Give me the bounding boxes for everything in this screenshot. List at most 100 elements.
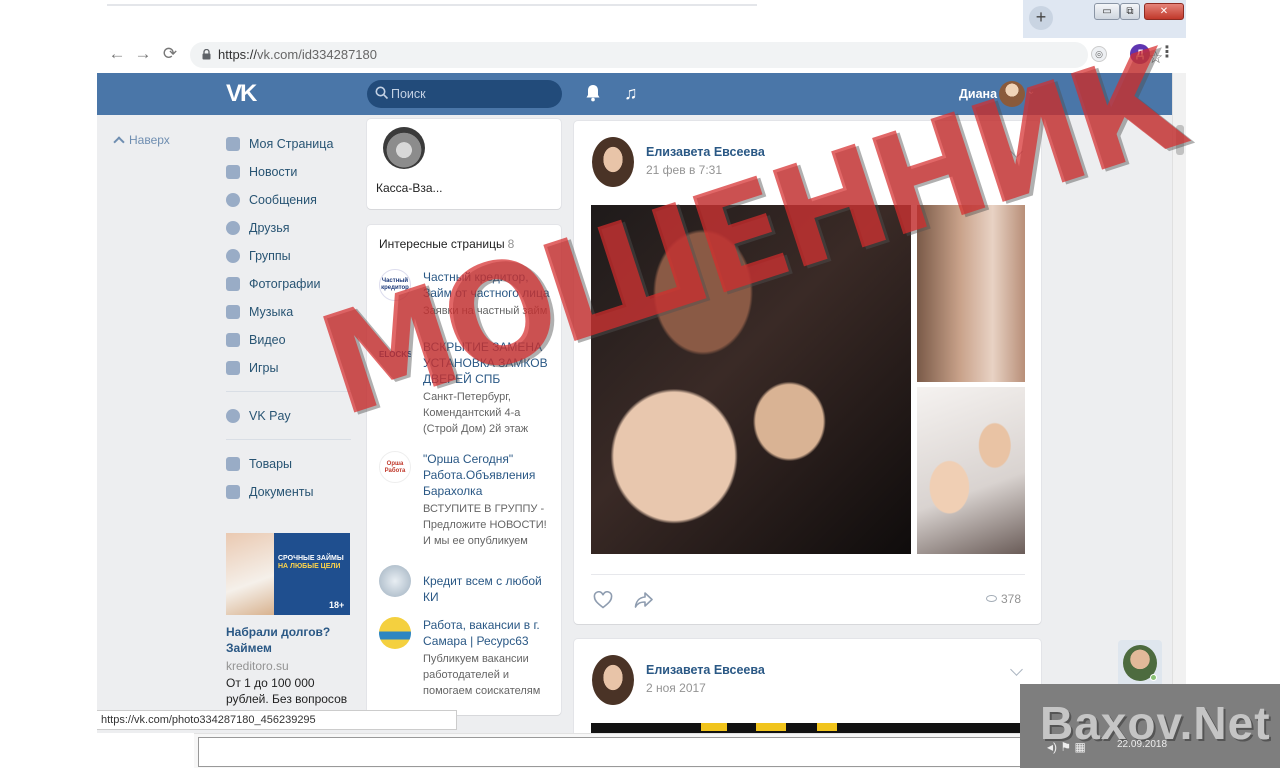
reload-icon[interactable]: ⟳ xyxy=(160,44,180,64)
browser-menu-icon[interactable]: ⋮ xyxy=(1159,43,1175,63)
page-title[interactable]: "Орша Сегодня" Работа.Объявления Барахол… xyxy=(423,451,553,499)
video-icon xyxy=(226,333,240,347)
search-placeholder: Поиск xyxy=(391,87,426,101)
url-text[interactable]: https://vk.com/id334287180 xyxy=(218,47,377,62)
nav-label: Фотографии xyxy=(249,277,321,291)
nav-groups[interactable]: Группы xyxy=(226,245,356,273)
nav-documents[interactable]: Документы xyxy=(226,481,356,509)
online-status-dot xyxy=(1150,674,1157,681)
gift-label[interactable]: Касса-Вза... xyxy=(376,181,443,195)
nav-news[interactable]: Новости xyxy=(226,161,356,189)
news-icon xyxy=(226,165,240,179)
ad-banner: СРОЧНЫЕ ЗАЙМЫ НА ЛЮБЫЕ ЦЕЛИ 18+ xyxy=(274,533,350,615)
ad-age-badge: 18+ xyxy=(329,600,345,610)
gift-card[interactable]: Касса-Вза... xyxy=(367,119,561,209)
post-views: 378 xyxy=(986,592,1021,606)
system-tray: ◂) ⚑ ▦ xyxy=(1047,740,1086,754)
nav-vk-pay[interactable]: VK Pay xyxy=(226,405,356,433)
nav-label: Группы xyxy=(249,249,291,263)
vk-logo[interactable]: VK xyxy=(226,82,257,106)
online-friend[interactable] xyxy=(1118,640,1162,688)
page-title[interactable]: Кредит всем с любой КИ xyxy=(423,573,553,605)
nav-friends[interactable]: Друзья xyxy=(226,217,356,245)
photos-icon xyxy=(226,277,240,291)
views-count: 378 xyxy=(1001,592,1022,606)
taskbar-window[interactable] xyxy=(198,737,1138,767)
clock-date: 22.09.2018 xyxy=(1117,739,1168,750)
games-icon xyxy=(226,361,240,375)
nav-divider xyxy=(226,439,351,440)
link-preview-status: https://vk.com/photo334287180_456239295 xyxy=(97,710,457,730)
music-player-icon[interactable]: ♫ xyxy=(624,83,638,103)
flag-icon[interactable]: ⚑ xyxy=(1060,740,1071,754)
author-avatar[interactable] xyxy=(592,137,634,187)
new-tab-button[interactable]: + xyxy=(1029,6,1053,30)
back-icon[interactable]: ← xyxy=(107,44,127,64)
nav-goods[interactable]: Товары xyxy=(226,453,356,481)
nav-label: Моя Страница xyxy=(249,137,334,151)
chevron-up-icon xyxy=(113,136,125,148)
vk-pay-icon xyxy=(226,409,240,423)
network-icon[interactable]: ▦ xyxy=(1074,740,1085,754)
screenshot: + ▭ ⧉ ✕ ← → ⟳ https://vk.com/id334287180… xyxy=(0,0,1280,768)
messages-icon xyxy=(226,193,240,207)
ad-title[interactable]: Набрали долгов? Займем xyxy=(226,624,351,656)
nav-label: Игры xyxy=(249,361,279,375)
post-photo-thumb[interactable] xyxy=(917,387,1025,554)
ad-image[interactable]: СРОЧНЫЕ ЗАЙМЫ НА ЛЮБЫЕ ЦЕЛИ 18+ xyxy=(226,533,350,615)
cat-avatar-icon[interactable] xyxy=(383,127,425,169)
search-icon xyxy=(375,86,389,100)
goods-icon xyxy=(226,457,240,471)
minimize-button[interactable]: ▭ xyxy=(1094,3,1120,20)
close-window-button[interactable]: ✕ xyxy=(1144,3,1184,20)
nav-label: Новости xyxy=(249,165,298,179)
notifications-bell-icon[interactable] xyxy=(585,84,601,102)
site-brand-overlay: Baxov.Net xyxy=(1020,684,1280,768)
url-prefix: https:// xyxy=(218,47,258,62)
ad-banner-line1: СРОЧНЫЕ ЗАЙМЫ xyxy=(278,555,344,562)
maximize-button[interactable]: ⧉ xyxy=(1120,3,1140,20)
advertisement[interactable]: СРОЧНЫЕ ЗАЙМЫ НА ЛЮБЫЕ ЦЕЛИ 18+ Набрали … xyxy=(226,533,351,723)
documents-icon xyxy=(226,485,240,499)
search-input[interactable]: Поиск xyxy=(367,80,562,108)
music-icon xyxy=(226,305,240,319)
home-icon xyxy=(226,137,240,151)
orsha-logo-icon: Орша Работа xyxy=(379,451,411,483)
groups-icon xyxy=(226,249,240,263)
friends-icon xyxy=(226,221,240,235)
credit-logo-icon xyxy=(379,565,411,597)
system-clock[interactable]: 22.09.2018 xyxy=(1117,737,1167,752)
nav-label: Товары xyxy=(249,457,292,471)
page-subtitle: ВСТУПИТЕ В ГРУППУ - Предложите НОВОСТИ! … xyxy=(423,503,547,547)
post-date[interactable]: 2 ноя 2017 xyxy=(646,681,706,695)
nav-messages[interactable]: Сообщения xyxy=(226,189,356,217)
nav-label: Документы xyxy=(249,485,314,499)
active-tab[interactable] xyxy=(107,4,757,6)
back-to-top-link[interactable]: Наверх xyxy=(113,133,170,148)
back-to-top-label: Наверх xyxy=(129,133,170,147)
nav-label: VK Pay xyxy=(249,409,291,423)
address-bar[interactable]: https://vk.com/id334287180 ☆ xyxy=(190,42,1163,68)
post-author[interactable]: Елизавета Евсеева xyxy=(646,663,765,677)
share-arrow-icon[interactable] xyxy=(634,591,654,609)
url-host: vk.com/id334287180 xyxy=(257,47,378,62)
forward-icon[interactable]: → xyxy=(133,44,153,64)
nav-label: Видео xyxy=(249,333,286,347)
post-menu-chevron-icon[interactable] xyxy=(1010,663,1023,676)
eye-icon xyxy=(986,595,997,602)
nav-my-page[interactable]: Моя Страница xyxy=(226,133,356,161)
ad-domain: kreditoro.su xyxy=(226,659,289,673)
author-avatar[interactable] xyxy=(592,655,634,705)
post-divider xyxy=(591,574,1025,575)
nav-label: Сообщения xyxy=(249,193,317,207)
speaker-icon[interactable]: ◂) xyxy=(1047,740,1057,754)
page-title[interactable]: Работа, вакансии в г. Самара | Ресурс63 xyxy=(423,617,553,649)
page-subtitle: Публикуем вакансии работодателей и помог… xyxy=(423,653,541,697)
tab-strip: + ▭ ⧉ ✕ xyxy=(97,0,1186,38)
ad-banner-line2: НА ЛЮБЫЕ ЦЕЛИ xyxy=(278,563,341,570)
like-heart-icon[interactable] xyxy=(593,591,613,609)
nav-label: Музыка xyxy=(249,305,294,319)
lock-icon xyxy=(202,49,211,60)
nav-label: Друзья xyxy=(249,221,290,235)
resurs63-logo-icon xyxy=(379,617,411,649)
